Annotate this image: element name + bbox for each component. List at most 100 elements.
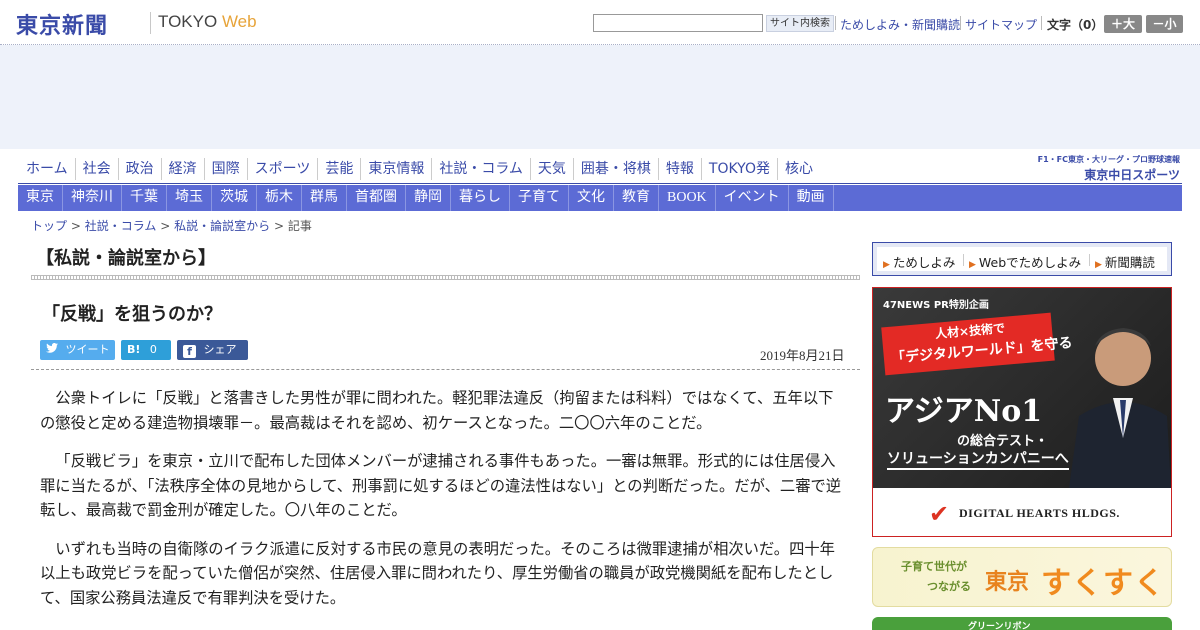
link-divider xyxy=(1089,254,1090,266)
region-shizuoka[interactable]: 静岡 xyxy=(406,185,451,211)
nav-item-editorial[interactable]: 社説・コラム xyxy=(432,158,531,180)
nav-item-book[interactable]: BOOK xyxy=(659,185,716,211)
region-kanagawa[interactable]: 神奈川 xyxy=(63,185,122,211)
nav-item-home[interactable]: ホーム xyxy=(18,158,76,180)
nav-item-weather[interactable]: 天気 xyxy=(531,158,574,180)
nav-item-go-shogi[interactable]: 囲碁・将棋 xyxy=(574,158,659,180)
region-gunma[interactable]: 群馬 xyxy=(302,185,347,211)
font-size-label: 文字（0） xyxy=(1047,18,1104,32)
primary-nav: ホーム 社会 政治 経済 国際 スポーツ 芸能 東京情報 社説・コラム 天気 囲碁・将棋 特報 TOKY… xyxy=(18,158,848,182)
facebook-share-button[interactable]: f シェア 2 xyxy=(177,340,248,376)
article-paragraph: いずれも当時の自衛隊のイラク派遣に反対する市民の意見の表明だった。そのころは微罪… xyxy=(40,539,835,607)
nav-item-parenting[interactable]: 子育て xyxy=(510,185,569,211)
nav-item-culture[interactable]: 文化 xyxy=(569,185,614,211)
trial-subscription-link[interactable]: ためしよみ・新聞購読 xyxy=(840,16,960,33)
facebook-share-label: シェア xyxy=(203,343,237,356)
nav-item-international[interactable]: 国際 xyxy=(205,158,248,180)
header-divider xyxy=(835,16,836,30)
logo-en-prefix: TOKYO xyxy=(158,12,222,31)
breadcrumb: トップ > 社説・コラム > 私説・論説室から > 記事 xyxy=(31,217,312,234)
tweet-button[interactable]: ツイート xyxy=(40,340,115,360)
subscription-box: ▶ ためしよみ ▶ Webでためしよみ ▶ 新聞購読 xyxy=(872,242,1172,276)
sukusuku-title: すくすく xyxy=(1041,566,1165,601)
nav-item-core[interactable]: 核心 xyxy=(778,158,820,180)
section-divider xyxy=(31,275,860,280)
ad-headline: アジアNo1 xyxy=(885,394,1043,429)
ad-description-main: ソリューションカンパニーへ xyxy=(887,448,1069,470)
nav-item-living[interactable]: 暮らし xyxy=(451,185,510,211)
region-ibaraki[interactable]: 茨城 xyxy=(212,185,257,211)
article-date: 2019年8月21日 xyxy=(760,348,845,363)
nav-item-society[interactable]: 社会 xyxy=(76,158,119,180)
region-chiba[interactable]: 千葉 xyxy=(122,185,167,211)
ad-description: の総合テスト・ xyxy=(957,434,1049,449)
arrow-right-icon: ▶ xyxy=(1095,260,1102,270)
section-title: 【私説・論説室から】 xyxy=(36,248,216,269)
web-trial-read-label: Webでためしよみ xyxy=(978,255,1082,270)
green-ribbon-banner[interactable]: グリーンリボン xyxy=(872,617,1172,630)
breadcrumb-editorial[interactable]: 社説・コラム xyxy=(85,219,157,233)
ad-person-image xyxy=(1069,328,1171,488)
font-larger-button[interactable]: ＋大 xyxy=(1104,15,1142,33)
logo-en-suffix: Web xyxy=(221,12,257,31)
breadcrumb-separator: > xyxy=(160,219,171,233)
facebook-icon: f xyxy=(183,345,196,358)
nav-item-tokyo-hatsu[interactable]: TOKYO発 xyxy=(702,158,778,180)
nav-item-education[interactable]: 教育 xyxy=(614,185,659,211)
region-saitama[interactable]: 埼玉 xyxy=(167,185,212,211)
breadcrumb-top[interactable]: トップ xyxy=(31,219,67,233)
font-smaller-button[interactable]: －小 xyxy=(1146,15,1183,33)
region-tochigi[interactable]: 栃木 xyxy=(257,185,302,211)
nav-item-tokyo-info[interactable]: 東京情報 xyxy=(361,158,433,180)
subscription-links: ▶ ためしよみ ▶ Webでためしよみ ▶ 新聞購読 xyxy=(877,247,1167,271)
article-body: 公衆トイレに「反戦」と落書きした男性が罪に問われた。軽犯罪法違反（拘留または科料… xyxy=(40,386,842,624)
site-logo[interactable]: 東京新聞 xyxy=(16,8,108,40)
sukusuku-tokyo: 東京 xyxy=(985,570,1030,595)
breadcrumb-current: 記事 xyxy=(287,219,312,233)
nav-item-entertainment[interactable]: 芸能 xyxy=(318,158,362,180)
chunichi-sports-link[interactable]: F1・FC東京・大リーグ・プロ野球速報 東京中日スポーツ xyxy=(1024,154,1180,183)
hatena-bookmark-icon: B! xyxy=(127,343,141,356)
article-title: 「反戦」を狙うのか？ xyxy=(42,304,222,325)
checkmark-logo-icon: ✔ xyxy=(929,500,950,528)
tweet-label: ツイート xyxy=(65,343,110,356)
link-divider xyxy=(963,254,964,266)
site-search-input[interactable] xyxy=(593,14,763,32)
article-paragraph: 公衆トイレに「反戦」と落書きした男性が罪に問われた。軽犯罪法違反（拘留または科料… xyxy=(40,389,834,432)
site-header: 東京新聞 TOKYO Web サイト内検索 ためしよみ・新聞購読 サイトマップ … xyxy=(0,0,1200,45)
ad-company-name: DIGITAL HEARTS HLDGS. xyxy=(959,506,1120,520)
regional-nav: 東京 神奈川 千葉 埼玉 茨城 栃木 群馬 首都圏 静岡 暮らし 子育て 文化 教育 BOOK イベント 動画 xyxy=(18,185,1182,211)
arrow-right-icon: ▶ xyxy=(969,260,976,270)
nav-divider xyxy=(18,183,1182,184)
breadcrumb-column[interactable]: 私説・論説室から xyxy=(174,219,270,233)
hatena-count: 0 xyxy=(149,343,157,356)
sidebar-ad[interactable]: 47NEWS PR特別企画 人材×技術で 「デジタルワールド」を守る アジアNo… xyxy=(872,287,1172,537)
web-trial-read-link[interactable]: ▶ Webでためしよみ xyxy=(969,252,1081,271)
ad-company-bar: ✔ DIGITAL HEARTS HLDGS. xyxy=(873,488,1171,536)
nav-item-events[interactable]: イベント xyxy=(716,185,789,211)
sukusuku-tagline-2: つながる xyxy=(927,580,971,593)
ad-pr-label: 47NEWS PR特別企画 xyxy=(883,300,989,311)
chunichi-tagline: F1・FC東京・大リーグ・プロ野球速報 xyxy=(1037,155,1180,164)
hatena-bookmark-button[interactable]: B! 0 xyxy=(121,340,171,360)
sukusuku-banner[interactable]: 子育て世代が つながる 東京 すくすく xyxy=(872,547,1172,607)
chunichi-logo: 東京中日スポーツ xyxy=(1084,168,1180,182)
nav-item-politics[interactable]: 政治 xyxy=(119,158,162,180)
twitter-bird-icon xyxy=(46,340,58,360)
nav-item-economy[interactable]: 経済 xyxy=(162,158,205,180)
site-logo-english[interactable]: TOKYO Web xyxy=(158,12,257,32)
sitemap-link[interactable]: サイトマップ xyxy=(965,16,1037,33)
nav-item-video[interactable]: 動画 xyxy=(789,185,834,211)
article-paragraph: 「反戦ビラ」を東京・立川で配布した団体メンバーが逮捕される事件もあった。一審は無… xyxy=(40,452,842,519)
nav-item-special[interactable]: 特報 xyxy=(659,158,702,180)
nav-item-sports[interactable]: スポーツ xyxy=(248,158,319,180)
trial-read-link[interactable]: ▶ ためしよみ xyxy=(883,252,955,271)
green-ribbon-label: グリーンリボン xyxy=(968,622,1031,630)
region-tokyo[interactable]: 東京 xyxy=(18,185,63,211)
subscribe-link[interactable]: ▶ 新聞購読 xyxy=(1095,252,1155,271)
site-search-button[interactable]: サイト内検索 xyxy=(766,15,834,32)
region-metropolitan[interactable]: 首都圏 xyxy=(347,185,406,211)
ad-visual: 47NEWS PR特別企画 人材×技術で 「デジタルワールド」を守る アジアNo… xyxy=(873,288,1171,488)
header-divider xyxy=(960,16,961,30)
trial-read-label: ためしよみ xyxy=(892,255,956,270)
